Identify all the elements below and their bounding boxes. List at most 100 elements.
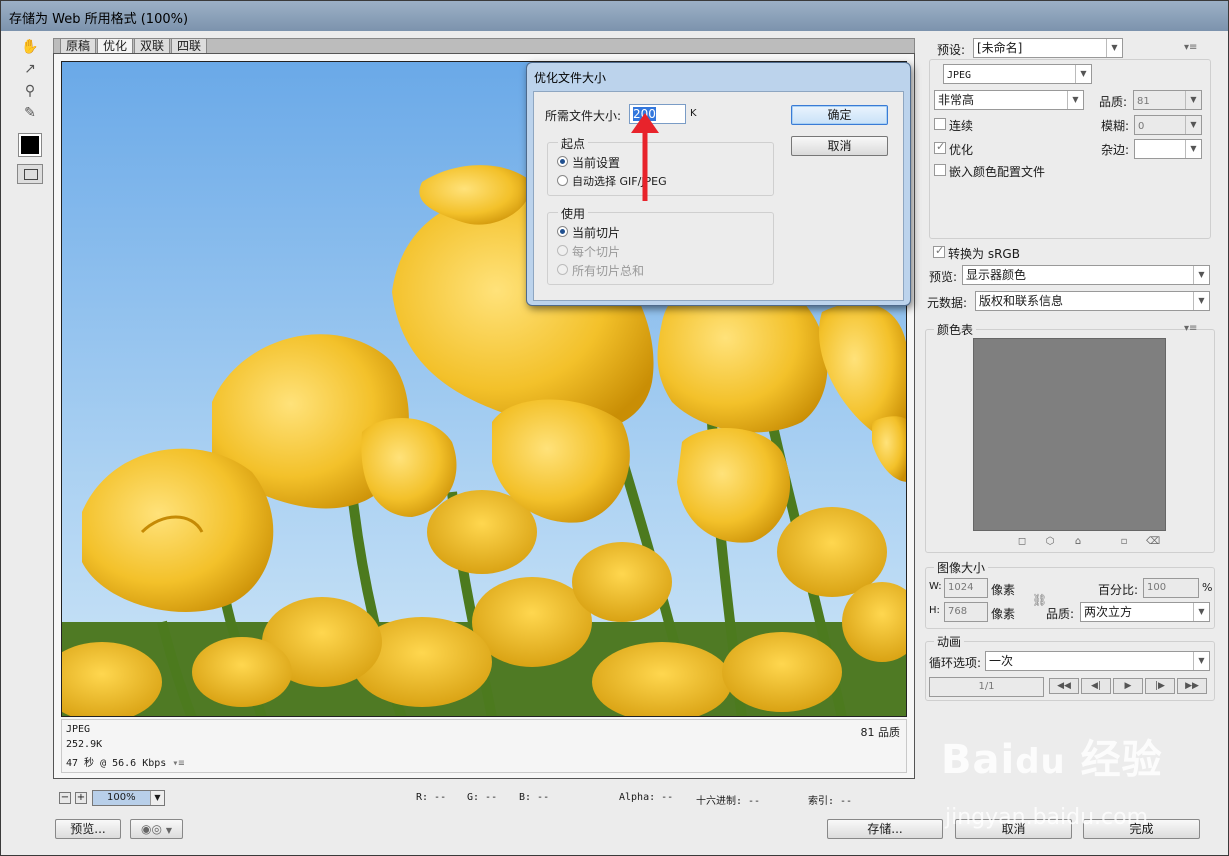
convert-srgb-label: 转换为 sRGB: [948, 247, 1020, 261]
next-frame-button[interactable]: |▶: [1145, 678, 1175, 694]
settings-menu-icon[interactable]: ▾≡: [1184, 42, 1197, 53]
ok-button[interactable]: 确定: [791, 105, 888, 125]
matte-select[interactable]: ▼: [1134, 139, 1202, 159]
image-info-bar: JPEG 252.9K 47 秒 @ 56.6 Kbps ▾≡ 81 品质: [61, 719, 907, 773]
format-select[interactable]: JPEG ▼: [943, 64, 1092, 84]
preview-color-select[interactable]: 显示器颜色 ▼: [962, 265, 1210, 285]
embed-profile-label: 嵌入颜色配置文件: [949, 165, 1046, 179]
trash-icon[interactable]: ⌫: [1146, 536, 1160, 548]
progressive-label: 连续: [949, 119, 974, 133]
use-current-slice-label: 当前切片: [572, 226, 621, 240]
start-with-title: 起点: [558, 135, 589, 152]
toggle-slices-visibility-button[interactable]: [17, 164, 43, 184]
preview-color-label: 预览:: [929, 270, 958, 284]
eyedropper-tool-icon[interactable]: ✎: [19, 103, 41, 123]
web-shift-icon[interactable]: ◻: [1016, 536, 1028, 548]
resample-quality-select[interactable]: 两次立方 ▼: [1080, 602, 1210, 622]
zoom-out-button[interactable]: −: [59, 792, 71, 804]
height-label: H:: [929, 605, 940, 616]
zoom-tool-icon[interactable]: ⚲: [19, 81, 41, 101]
first-frame-button[interactable]: ◀◀: [1049, 678, 1079, 694]
progressive-checkbox[interactable]: [934, 118, 946, 130]
eyedropper-color-swatch[interactable]: [18, 133, 42, 157]
readout-r: R: --: [416, 792, 447, 803]
use-total-slices-label: 所有切片总和: [572, 264, 645, 278]
optimized-label: 优化: [949, 143, 974, 157]
width-unit: 像素: [991, 583, 1016, 597]
optimized-checkbox[interactable]: [934, 140, 946, 154]
preview-button[interactable]: 预览...: [55, 819, 121, 839]
loop-options-select[interactable]: 一次 ▼: [985, 651, 1210, 671]
use-total-slices-radio[interactable]: [557, 264, 568, 275]
browser-preview-button[interactable]: ◉◎ ▼: [130, 819, 183, 839]
tab-optimized[interactable]: 优化: [97, 38, 134, 54]
start-current-settings-label: 当前设置: [572, 156, 621, 170]
save-for-web-window: 存储为 Web 所用格式 (100%) ✋ ↗ ⚲ ✎ 原稿 优化 双联 四联: [0, 0, 1229, 856]
convert-srgb-checkbox[interactable]: [933, 244, 945, 258]
chevron-down-icon: ▼: [1193, 603, 1209, 621]
hand-tool-icon[interactable]: ✋: [19, 37, 41, 57]
preset-label: 预设:: [937, 43, 966, 57]
readout-hex: 十六进制: --: [696, 796, 761, 807]
loop-options-label: 循环选项:: [929, 656, 982, 670]
download-menu-icon[interactable]: ▾≡: [172, 758, 184, 769]
constrain-link-icon[interactable]: ⛓: [1032, 593, 1047, 607]
width-input[interactable]: 1024: [944, 578, 988, 598]
embed-profile-checkbox[interactable]: [934, 164, 946, 176]
blur-label: 模糊:: [1101, 119, 1130, 133]
desired-size-input[interactable]: 200: [629, 104, 686, 124]
metadata-select[interactable]: 版权和联系信息 ▼: [975, 291, 1210, 311]
resample-quality-label: 品质:: [1046, 607, 1075, 621]
animation-title: 动画: [934, 633, 965, 650]
chevron-down-icon: ▼: [1067, 91, 1083, 109]
height-unit: 像素: [991, 607, 1016, 621]
matte-label: 杂边:: [1101, 143, 1130, 157]
quality-preset-select[interactable]: 非常高 ▼: [934, 90, 1084, 110]
color-table-menu-icon[interactable]: ▾≡: [1184, 323, 1197, 334]
use-each-slice-radio[interactable]: [557, 245, 568, 256]
start-auto-select-label: 自动选择 GIF/JPEG: [572, 175, 667, 188]
desired-size-unit: K: [690, 108, 697, 119]
percent-label: 百分比:: [1098, 583, 1139, 597]
color-table-swatches[interactable]: [973, 338, 1166, 531]
blur-input[interactable]: 0 ▼: [1134, 115, 1202, 135]
chevron-down-icon: ▼: [1106, 39, 1122, 57]
lock-icon[interactable]: ⌂: [1072, 536, 1084, 548]
readout-b: B: --: [519, 792, 550, 803]
percent-unit: %: [1202, 581, 1213, 594]
preset-select[interactable]: [未命名] ▼: [973, 38, 1123, 58]
dialog-cancel-button[interactable]: 取消: [791, 136, 888, 156]
save-button[interactable]: 存储...: [827, 819, 943, 839]
chevron-down-icon: ▼: [1185, 140, 1201, 158]
desired-size-label: 所需文件大小:: [545, 109, 622, 123]
new-color-icon[interactable]: ▫: [1118, 536, 1130, 548]
color-table-title: 颜色表: [934, 321, 977, 338]
tab-4-up[interactable]: 四联: [171, 38, 208, 54]
cube-icon[interactable]: ⬡: [1044, 536, 1056, 548]
readout-alpha: Alpha: --: [619, 792, 674, 803]
info-quality: 81 品质: [860, 726, 901, 739]
height-input[interactable]: 768: [944, 602, 988, 622]
browser-icon: ◉◎: [141, 822, 162, 836]
title-bar: 存储为 Web 所用格式 (100%): [1, 1, 1228, 31]
chevron-down-icon: ▼: [1075, 65, 1091, 83]
zoom-in-button[interactable]: +: [75, 792, 87, 804]
zoom-level-value: 100%: [107, 792, 136, 803]
tab-2-up[interactable]: 双联: [134, 38, 171, 54]
last-frame-button[interactable]: ▶▶: [1177, 678, 1207, 694]
quality-input[interactable]: 81 ▼: [1133, 90, 1202, 110]
start-current-settings-radio[interactable]: [557, 156, 568, 167]
chevron-down-icon: ▼: [1193, 266, 1209, 284]
slice-select-tool-icon[interactable]: ↗: [19, 59, 41, 79]
tab-original[interactable]: 原稿: [60, 38, 97, 54]
play-button[interactable]: ▶: [1113, 678, 1143, 694]
previous-frame-button[interactable]: ◀|: [1081, 678, 1111, 694]
percent-input[interactable]: 100: [1143, 578, 1199, 598]
zoom-level-select[interactable]: 100% ▼: [92, 790, 165, 806]
start-auto-select-radio[interactable]: [557, 175, 568, 186]
view-tabs: 原稿 优化 双联 四联: [60, 38, 208, 54]
use-current-slice-radio[interactable]: [557, 226, 568, 237]
info-download-time: 47 秒 @ 56.6 Kbps ▾≡: [66, 758, 185, 769]
info-file-size: 252.9K: [66, 739, 103, 750]
quality-label: 品质:: [1099, 95, 1128, 109]
